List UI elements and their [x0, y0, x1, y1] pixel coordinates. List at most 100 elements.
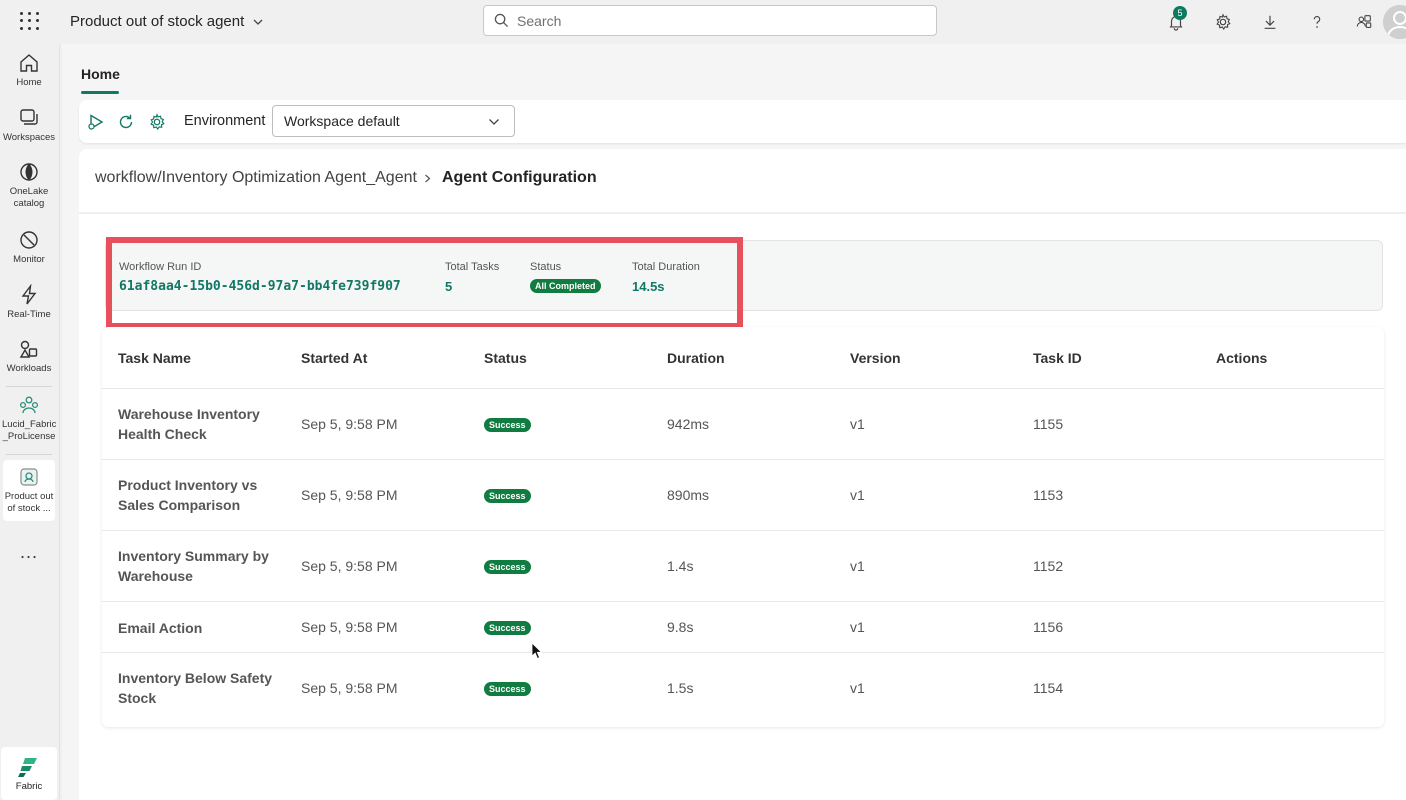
people-share-icon — [1356, 15, 1371, 28]
task-version: v1 — [850, 680, 865, 696]
task-duration: 9.8s — [667, 619, 694, 635]
column-header-actions: Actions — [1216, 350, 1268, 366]
rail-item-home[interactable]: Home — [0, 52, 58, 88]
task-id: 1153 — [1033, 487, 1064, 503]
tab-home-indicator — [81, 91, 119, 94]
rail-item-label: Workloads — [6, 363, 52, 374]
breadcrumb-current: Agent Configuration — [441, 169, 597, 186]
gear-icon — [150, 113, 165, 131]
rail-item-label: Real-Time — [7, 309, 51, 320]
column-header-task-name[interactable]: Task Name — [118, 350, 191, 366]
status-badge: Success — [484, 560, 531, 574]
search-box[interactable] — [483, 5, 937, 36]
task-duration: 942ms — [667, 416, 710, 432]
status-badge: Success — [484, 682, 531, 696]
app-launcher-icon[interactable] — [18, 10, 40, 32]
rail-item-label: Home — [16, 77, 42, 88]
main-content: Home Environment Workspace default workf… — [62, 44, 1406, 800]
search-input[interactable] — [517, 12, 917, 29]
rail-item-workspace-lucid[interactable]: Lucid_Fabric _ProLicense — [0, 394, 58, 443]
rail-divider — [6, 454, 52, 455]
fabric-label: Fabric — [15, 781, 43, 792]
agent-item-icon — [20, 468, 38, 486]
task-duration: 1.5s — [667, 680, 694, 696]
task-version: v1 — [850, 619, 865, 635]
task-started-at: Sep 5, 9:58 PM — [301, 487, 398, 503]
rail-item-label: Workspaces — [2, 132, 56, 143]
table-row[interactable]: Email Action Sep 5, 9:58 PM Success 9.8s… — [102, 602, 1384, 653]
rail-item-workspaces[interactable]: Workspaces — [0, 107, 58, 143]
column-header-version[interactable]: Version — [850, 350, 901, 366]
chevron-down-icon — [489, 119, 499, 125]
workloads-icon — [19, 340, 38, 358]
table-row[interactable]: Product Inventory vs Sales Comparison Se… — [102, 460, 1384, 531]
download-button[interactable] — [1246, 9, 1293, 35]
rail-divider — [6, 386, 52, 387]
fabric-experience-switcher[interactable]: Fabric — [1, 747, 57, 800]
tasks-table: Task Name Started At Status Duration Ver… — [102, 327, 1384, 727]
environment-select[interactable]: Workspace default — [272, 105, 515, 137]
task-name: Product Inventory vs Sales Comparison — [118, 477, 258, 513]
task-version: v1 — [850, 487, 865, 503]
share-feedback-button[interactable] — [1340, 9, 1387, 35]
rail-item-product-out-of-stock[interactable]: Product out of stock ... — [3, 460, 55, 521]
highlight-annotation-box — [106, 237, 743, 329]
toolbar-settings-button[interactable] — [147, 112, 167, 132]
refresh-icon — [119, 114, 133, 129]
column-header-status[interactable]: Status — [484, 350, 527, 366]
rail-item-onelake[interactable]: OneLake catalog — [0, 161, 58, 210]
more-options-icon[interactable]: ... — [0, 542, 58, 563]
column-header-task-id[interactable]: Task ID — [1033, 350, 1082, 366]
rail-item-label: Monitor — [13, 254, 45, 265]
notifications-button[interactable]: 5 — [1152, 6, 1199, 35]
task-started-at: Sep 5, 9:58 PM — [301, 680, 398, 696]
search-icon — [494, 13, 509, 28]
settings-button[interactable] — [1199, 9, 1246, 35]
task-id: 1155 — [1033, 416, 1064, 432]
task-version: v1 — [850, 558, 865, 574]
status-badge: Success — [484, 418, 531, 432]
run-button[interactable] — [86, 112, 106, 132]
mouse-pointer-icon — [531, 642, 543, 660]
rail-item-real-time[interactable]: Real-Time — [0, 284, 58, 320]
workspace-people-icon — [19, 396, 39, 414]
environment-label: Environment — [184, 113, 266, 129]
table-row[interactable]: Inventory Summary by Warehouse Sep 5, 9:… — [102, 531, 1384, 602]
column-header-started-at[interactable]: Started At — [301, 350, 367, 366]
rail-item-monitor[interactable]: Monitor — [0, 229, 58, 265]
table-header: Task Name Started At Status Duration Ver… — [102, 327, 1384, 389]
task-started-at: Sep 5, 9:58 PM — [301, 416, 398, 432]
rail-item-label: OneLake catalog — [9, 186, 49, 209]
task-duration: 890ms — [667, 487, 710, 503]
onelake-icon — [20, 163, 38, 181]
task-name: Email Action — [118, 620, 203, 636]
environment-selected-value: Workspace default — [284, 113, 400, 129]
app-title-dropdown[interactable]: Product out of stock agent — [70, 13, 264, 30]
table-row[interactable]: Inventory Below Safety Stock Sep 5, 9:58… — [102, 653, 1384, 727]
table-row[interactable]: Warehouse Inventory Health Check Sep 5, … — [102, 389, 1384, 460]
notification-count-badge: 5 — [1173, 6, 1187, 20]
help-button[interactable] — [1293, 9, 1340, 35]
task-id: 1152 — [1033, 558, 1064, 574]
breadcrumb-workflow-link[interactable]: workflow/Inventory Optimization Agent_Ag… — [95, 169, 417, 187]
chevron-right-icon — [425, 174, 431, 182]
task-duration: 1.4s — [667, 558, 694, 574]
rail-item-workloads[interactable]: Workloads — [0, 338, 58, 374]
monitor-icon — [20, 231, 38, 249]
rail-item-label: Product out of stock ... — [4, 491, 54, 514]
app-title-text: Product out of stock agent — [70, 13, 245, 30]
task-name: Inventory Below Safety Stock — [118, 670, 273, 706]
status-badge: Success — [484, 621, 531, 635]
task-name: Inventory Summary by Warehouse — [118, 548, 269, 584]
left-rail: Home Workspaces OneLake catalog Monitor … — [0, 44, 60, 800]
breadcrumb: workflow/Inventory Optimization Agent_Ag… — [95, 169, 597, 187]
task-version: v1 — [850, 416, 865, 432]
tab-home[interactable]: Home — [81, 66, 120, 82]
question-mark-icon — [1313, 16, 1320, 28]
panel-divider — [79, 212, 1406, 214]
toolbar: Environment Workspace default — [79, 100, 1406, 143]
refresh-button[interactable] — [116, 112, 136, 132]
task-id: 1154 — [1033, 680, 1064, 696]
task-started-at: Sep 5, 9:58 PM — [301, 619, 398, 635]
column-header-duration[interactable]: Duration — [667, 350, 725, 366]
